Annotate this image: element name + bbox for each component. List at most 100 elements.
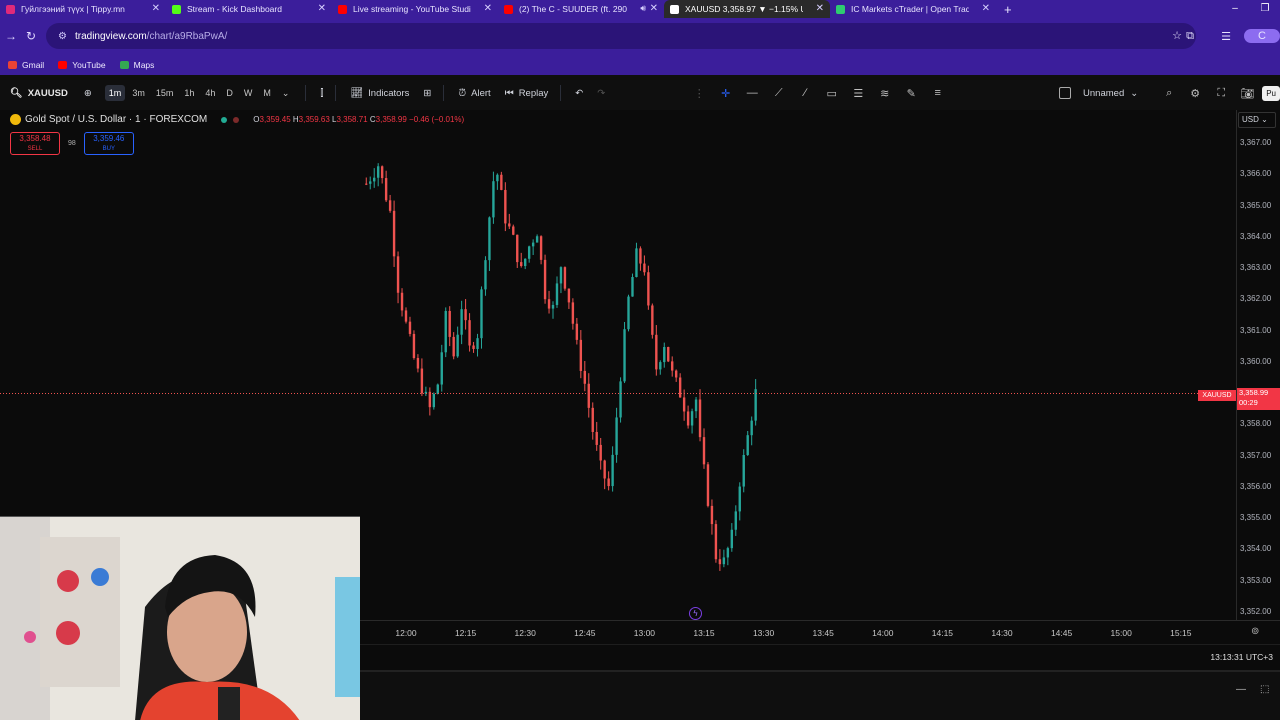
crosshair-icon[interactable]: ✛ xyxy=(713,87,740,100)
tab-title: Stream - Kick Dashboard xyxy=(187,4,282,14)
browser-tab[interactable]: XAUUSD 3,358.97 ▼ −1.15% Un ✕ xyxy=(664,0,830,18)
buy-button[interactable]: 3,359.46 BUY xyxy=(83,132,134,155)
channel-icon[interactable]: ≋ xyxy=(872,87,899,100)
candle-body xyxy=(575,323,579,340)
candle-body xyxy=(488,217,491,261)
candle-body xyxy=(527,246,531,259)
rectangle-icon[interactable]: ▭ xyxy=(819,87,846,100)
candle-body xyxy=(428,391,432,408)
symbol-search[interactable]: 🔍︎ XAUUSD xyxy=(10,88,68,99)
timeframe-1h[interactable]: 1h xyxy=(180,85,198,101)
quick-search-icon[interactable]: ⌕ xyxy=(1156,87,1182,100)
new-tab-icon[interactable]: + xyxy=(1004,2,1012,17)
tab-title: Live streaming - YouTube Studio xyxy=(353,4,471,14)
candle-body xyxy=(535,236,539,243)
trend-line-icon[interactable]: ⟋ xyxy=(766,87,793,100)
time-tick: 14:00 xyxy=(872,628,894,638)
close-tab-icon[interactable]: ✕ xyxy=(816,3,824,14)
candle-body xyxy=(607,478,610,487)
browser-tab[interactable]: Stream - Kick Dashboard ✕ xyxy=(166,0,332,18)
candle-body xyxy=(603,460,606,479)
chart-legend: Gold Spot / U.S. Dollar · 1 · FOREXCOM O… xyxy=(10,114,464,125)
economic-event-icon[interactable]: ϟ xyxy=(689,607,702,620)
profile-avatar[interactable]: C xyxy=(1244,29,1280,43)
browser-tab[interactable]: (2) The C - SUUDER (ft. 290 🔊︎ ✕ xyxy=(498,0,664,18)
candle-body xyxy=(500,174,503,190)
publish-button[interactable]: Pu xyxy=(1262,85,1280,101)
close-tab-icon[interactable]: ✕ xyxy=(982,3,990,14)
candle-body xyxy=(667,347,670,362)
timeframe-D[interactable]: D xyxy=(222,85,237,101)
candle-body xyxy=(388,200,392,211)
candle-body xyxy=(392,210,396,257)
bookmark-youtube[interactable]: YouTube xyxy=(58,60,106,70)
fullscreen-icon[interactable]: ⛶ xyxy=(1208,87,1234,100)
undo-icon[interactable]: ↶ xyxy=(575,88,583,99)
audio-speaker-icon[interactable]: 🔊︎ xyxy=(640,3,646,14)
close-tab-icon[interactable]: ✕ xyxy=(650,3,658,14)
forward-icon[interactable]: → xyxy=(0,29,22,43)
candle-body xyxy=(674,370,678,378)
bookmarks-bar: Gmail YouTube Maps xyxy=(0,54,1280,75)
utc-clock[interactable]: 13:13:31 UTC+3 xyxy=(1210,652,1273,662)
grip-icon: ⋮ xyxy=(693,87,705,100)
close-tab-icon[interactable]: ✕ xyxy=(318,3,326,14)
browser-tab[interactable]: Live streaming - YouTube Studio ✕ xyxy=(332,0,498,18)
chart-type-icon[interactable]: ⫿ xyxy=(320,88,323,99)
site-info-icon[interactable]: ⚙ xyxy=(58,31,67,42)
candle-body xyxy=(746,435,749,455)
timeframe-1m[interactable]: 1m xyxy=(104,85,126,101)
redo-icon[interactable]: ↷ xyxy=(597,88,605,99)
indicators-button[interactable]: 📈︎ Indicators xyxy=(350,88,409,99)
candle-body xyxy=(591,407,594,432)
close-tab-icon[interactable]: ✕ xyxy=(484,3,492,14)
fib-icon[interactable]: ☰ xyxy=(845,87,872,100)
bookmark-gmail[interactable]: Gmail xyxy=(8,60,44,70)
timeframe-W[interactable]: W xyxy=(240,85,257,101)
search-icon: 🔍︎ xyxy=(10,87,23,99)
line-tool-icon[interactable]: ∕ xyxy=(792,87,819,99)
extensions-icon[interactable]: ⧉ xyxy=(1172,30,1208,43)
price-tick: 3,362.00 xyxy=(1240,294,1272,304)
minimize-icon[interactable]: – xyxy=(1220,0,1250,18)
browser-tab[interactable]: Гуйлгээний түүх | Tippy.mn ✕ xyxy=(0,0,166,18)
snapshot-camera-icon[interactable]: 📷︎ xyxy=(1234,87,1260,100)
minimize-panel-icon[interactable]: — xyxy=(1236,684,1246,695)
more-tools-icon[interactable]: ≡ xyxy=(925,87,952,99)
time-tick: 13:15 xyxy=(693,628,715,638)
timeframe-M[interactable]: M xyxy=(259,85,275,101)
axis-settings-icon[interactable]: ⊚ xyxy=(1251,626,1259,637)
timeframe-15m[interactable]: 15m xyxy=(152,85,178,101)
time-tick: 12:15 xyxy=(454,628,477,638)
alert-button[interactable]: ⏰︎ Alert xyxy=(458,88,490,99)
close-tab-icon[interactable]: ✕ xyxy=(152,3,160,14)
timeframe-3m[interactable]: 3m xyxy=(128,85,149,101)
url-field[interactable]: ⚙ tradingview.com/chart/a9RbaPwA/ ☆ xyxy=(46,23,1196,49)
settings-gear-icon[interactable]: ⚙ xyxy=(1182,87,1208,100)
maximize-icon[interactable]: ❐ xyxy=(1250,0,1280,18)
window-controls: – ❐ xyxy=(1220,0,1280,18)
timeframe-more-icon[interactable]: ⌄ xyxy=(278,85,294,102)
replay-button[interactable]: ⏮︎ Replay xyxy=(505,88,549,99)
layout-selector[interactable]: Unnamed ⌄ xyxy=(1059,87,1138,99)
compare-symbol-icon[interactable]: ⊕ xyxy=(84,88,92,99)
candle-body xyxy=(480,289,483,339)
tab-title: (2) The C - SUUDER (ft. 290 xyxy=(519,4,628,14)
candle-body xyxy=(651,305,654,335)
maximize-panel-icon[interactable]: ⬚ xyxy=(1260,684,1269,695)
reading-list-icon[interactable]: ☰ xyxy=(1208,30,1244,43)
templates-icon[interactable]: ⊞ xyxy=(423,88,431,99)
browser-tab[interactable]: IC Markets cTrader | Open Trad ✕ xyxy=(830,0,996,18)
tab-list: Гуйлгээний түүх | Tippy.mn ✕ Stream - Kick… xyxy=(0,0,996,18)
candle-body xyxy=(512,226,515,235)
currency-selector[interactable]: USD ⌄ xyxy=(1238,112,1276,128)
candle-body xyxy=(476,338,479,349)
horizontal-line-icon[interactable]: — xyxy=(739,87,766,99)
candle-body xyxy=(547,299,551,309)
bookmark-maps[interactable]: Maps xyxy=(119,60,154,70)
candle-body xyxy=(595,431,598,445)
brush-icon[interactable]: ✎ xyxy=(898,87,925,100)
timeframe-4h[interactable]: 4h xyxy=(201,85,219,101)
sell-button[interactable]: 3,358.48 SELL xyxy=(10,132,60,155)
reload-icon[interactable]: ↻ xyxy=(20,29,42,43)
